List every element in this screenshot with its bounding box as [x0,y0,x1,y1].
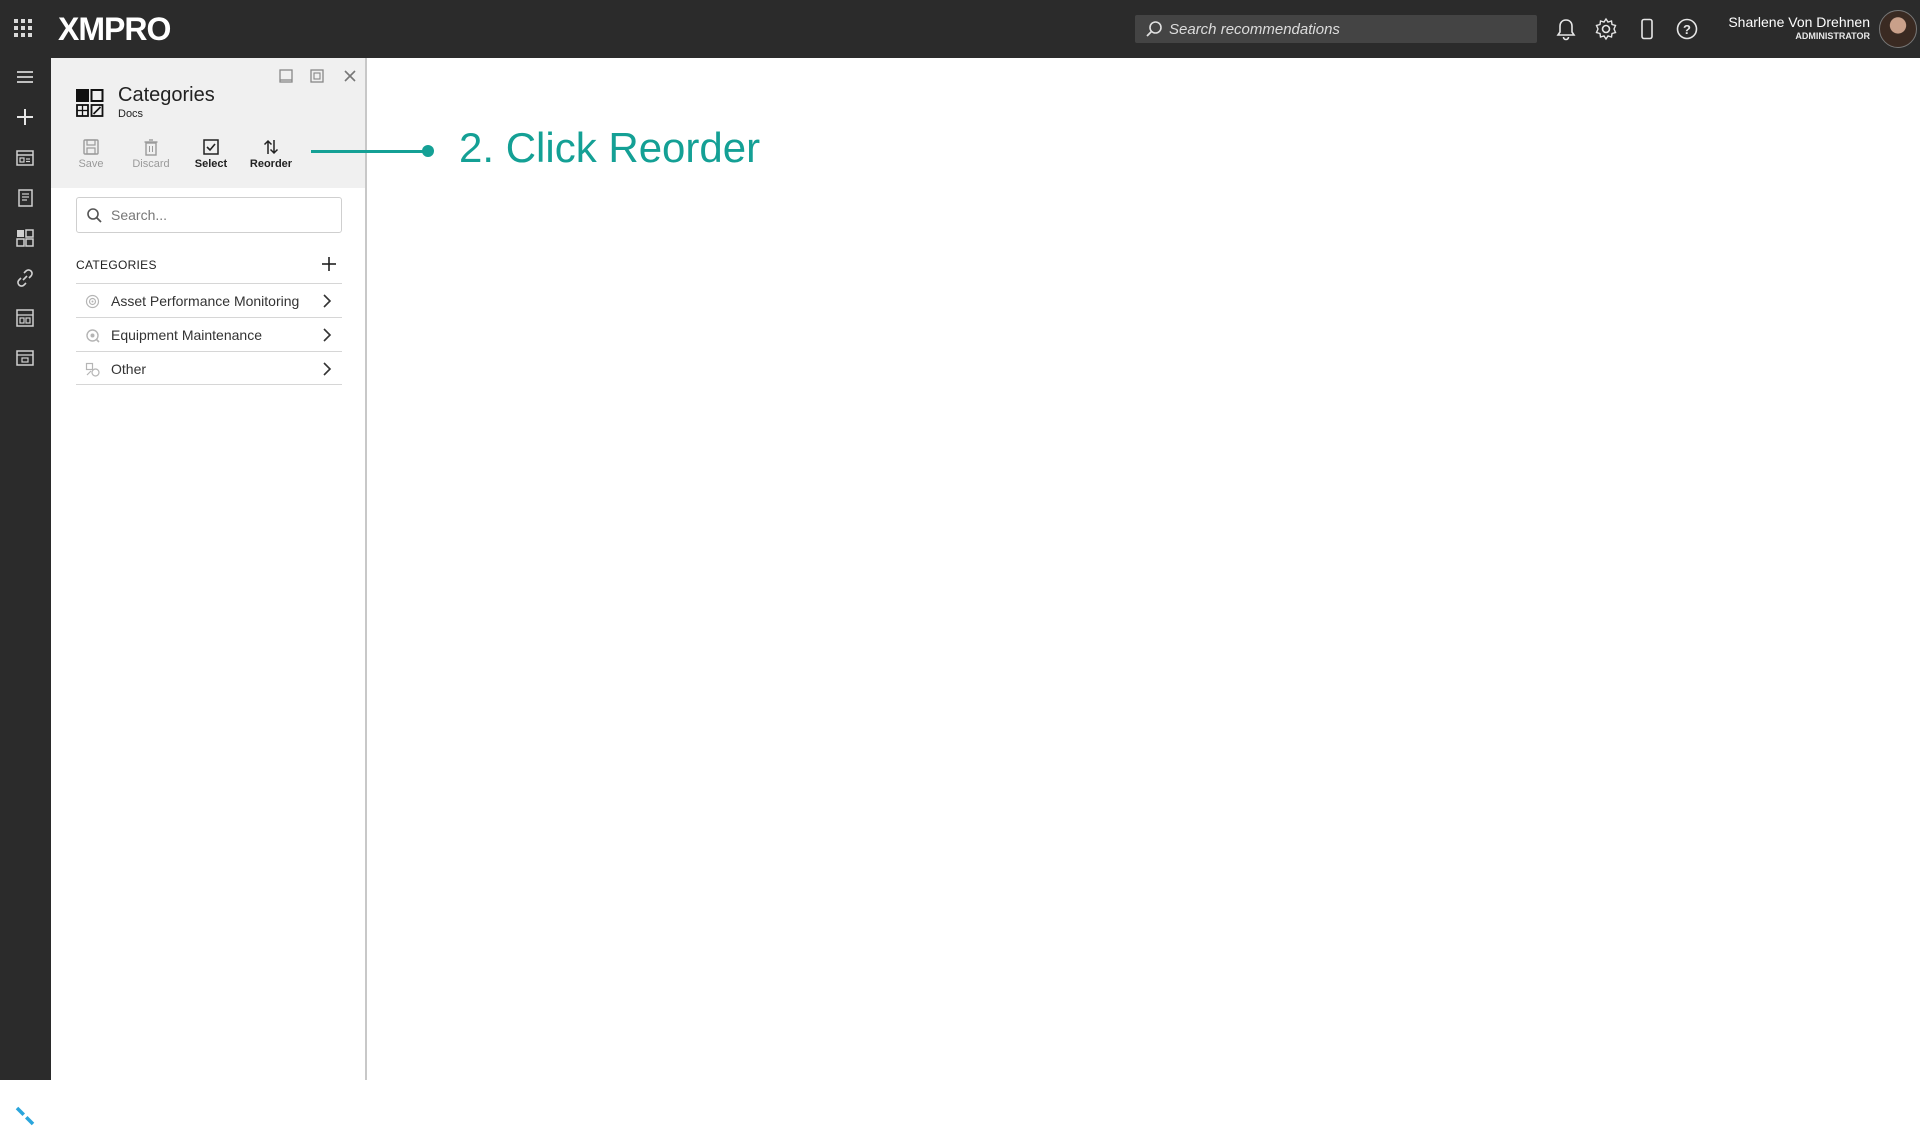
link-icon[interactable] [13,266,37,290]
categories-panel: Categories Docs Save Discard Select Reor… [51,58,367,1080]
hamburger-icon[interactable] [13,65,37,89]
top-bar: XMPRO ? Sharlene Von Drehnen ADMINISTRAT… [0,0,1920,58]
callout-dot [422,145,434,157]
close-icon[interactable] [340,66,360,86]
panel-subtitle: Docs [118,108,144,120]
save-label: Save [78,158,104,170]
discard-button[interactable]: Discard [121,138,181,170]
maximize-icon[interactable] [307,66,327,86]
maintenance-icon [86,329,100,343]
panel-title: Categories [118,84,215,106]
trash-icon [144,139,158,156]
category-label: Asset Performance Monitoring [111,293,300,309]
discard-label: Discard [132,158,170,170]
other-icon [85,362,100,377]
category-item-other[interactable]: Other [76,351,342,385]
reorder-button[interactable]: Reorder [241,138,301,170]
mobile-icon[interactable] [1634,16,1660,42]
search-icon [1146,21,1162,37]
monitoring-icon [85,294,100,309]
save-icon [83,139,99,155]
category-item-asset-performance-monitoring[interactable]: Asset Performance Monitoring [76,283,342,317]
app-window-icon[interactable] [13,346,37,370]
categories-header: CATEGORIES [76,258,157,272]
plus-icon[interactable] [13,105,37,129]
categories-search-input[interactable] [111,198,336,232]
gear-icon[interactable] [1593,16,1619,42]
search-icon [87,208,102,223]
notebook-icon[interactable] [13,186,37,210]
layout-icon[interactable] [13,306,37,330]
reorder-label: Reorder [249,158,293,170]
help-icon[interactable]: ? [1674,16,1700,42]
category-item-equipment-maintenance[interactable]: Equipment Maintenance [76,317,342,351]
user-menu[interactable]: Sharlene Von Drehnen ADMINISTRATOR [1728,14,1870,42]
chevron-right-icon[interactable] [318,326,336,344]
categories-icon [76,89,104,117]
callout-line [311,150,427,153]
minimize-icon[interactable] [276,66,296,86]
svg-text:?: ? [1683,22,1691,37]
dashboard-icon[interactable] [13,146,37,170]
user-name: Sharlene Von Drehnen [1728,14,1870,30]
recommendations-search-input[interactable] [1169,15,1529,43]
select-button[interactable]: Select [181,138,241,170]
category-label: Other [111,361,147,377]
user-role: ADMINISTRATOR [1795,31,1870,41]
avatar[interactable] [1879,10,1917,48]
panel-header: Categories Docs Save Discard Select Reor… [51,58,365,188]
left-rail [0,58,51,1126]
grid-icon[interactable] [13,226,37,250]
categories-list: Asset Performance Monitoring Equipment M… [76,283,342,385]
chevron-right-icon[interactable] [318,292,336,310]
category-label: Equipment Maintenance [111,327,262,343]
xmpro-logo[interactable]: XMPRO [58,9,171,49]
checkbox-icon [203,139,219,155]
recommendations-search[interactable] [1135,15,1537,43]
callout-text: 2. Click Reorder [459,124,761,171]
categories-search[interactable] [76,197,342,233]
reorder-icon [263,139,279,155]
bell-icon[interactable] [1553,16,1579,42]
xmpro-x-icon[interactable] [14,1105,36,1127]
chevron-right-icon[interactable] [318,360,336,378]
select-label: Select [194,158,228,170]
add-category-icon[interactable] [318,253,340,275]
save-button[interactable]: Save [61,138,121,170]
apps-grid-icon[interactable] [14,19,34,39]
